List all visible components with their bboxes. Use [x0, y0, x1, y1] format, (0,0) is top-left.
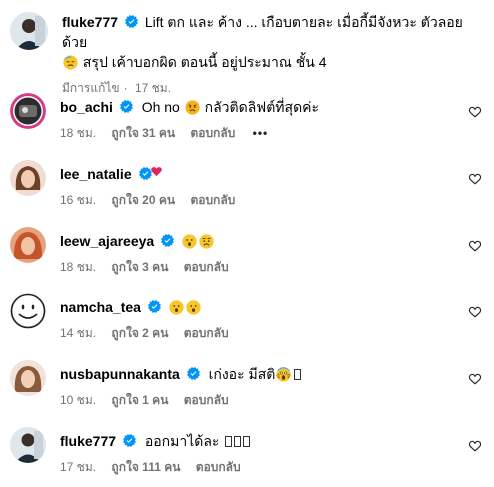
- comment-username[interactable]: nusbapunnakanta: [60, 366, 180, 382]
- comment-line: fluke777 ออกมาได้ละ: [60, 431, 460, 451]
- comment-item: nusbapunnakanta เก่งอะ มีสติ 10 ชม. ถูกใ…: [10, 360, 486, 420]
- comment-likes[interactable]: ถูกใจ 31 คน: [111, 126, 175, 140]
- reply-button[interactable]: ตอบกลับ: [184, 326, 229, 340]
- comment-username[interactable]: lee_natalie: [60, 166, 132, 182]
- missing-glyph-icon: [294, 369, 302, 380]
- comment-item: fluke777 ออกมาได้ละ 17 ชม. ถูกใจ 111 คน …: [10, 427, 486, 487]
- comment-time[interactable]: 14 ชม.: [60, 326, 96, 340]
- verified-badge-icon: [125, 15, 138, 28]
- comment-time[interactable]: 18 ชม.: [60, 260, 96, 274]
- verified-badge-icon: [187, 367, 200, 380]
- surprised-face-icon: [169, 300, 184, 315]
- comment-line: lee_natalie: [60, 164, 460, 184]
- missing-glyph-icon: [234, 436, 242, 447]
- avatar[interactable]: [10, 160, 46, 196]
- comment-likes[interactable]: ถูกใจ 3 คน: [111, 260, 168, 274]
- more-options-button[interactable]: •••: [253, 126, 269, 140]
- caption-line-2: สรุป เค้าบอกผิด ตอนนี้ อยู่ประมาณ ชั้น 4: [62, 52, 486, 72]
- comment-item: bo_achi Oh no กลัวติดลิฟต์ที่สุดค่ะ 18 ช…: [10, 93, 486, 153]
- comments-panel: fluke777 Lift ตก และ ค้าง ... เกือบตายละ…: [0, 0, 494, 485]
- reply-button[interactable]: ตอบกลับ: [184, 393, 229, 407]
- avatar[interactable]: [10, 227, 46, 263]
- comment-text-after: กลัวติดลิฟต์ที่สุดค่ะ: [204, 99, 320, 115]
- angry-face-icon: [185, 100, 200, 115]
- comment-text: เก่งอะ มีสติ: [208, 366, 276, 382]
- avatar[interactable]: [10, 427, 46, 463]
- comment-item: namcha_tea 14 ชม. ถูกใจ 2 คน ตอบกลับ: [10, 293, 486, 353]
- heart-outline-icon[interactable]: [468, 439, 482, 453]
- comment-time[interactable]: 16 ชม.: [60, 193, 96, 207]
- worried-face-icon: [199, 234, 214, 249]
- heart-outline-icon[interactable]: [468, 372, 482, 386]
- avatar[interactable]: [10, 360, 46, 396]
- comment-likes[interactable]: ถูกใจ 2 คน: [111, 326, 168, 340]
- heart-outline-icon[interactable]: [468, 105, 482, 119]
- comment-likes[interactable]: ถูกใจ 20 คน: [111, 193, 175, 207]
- comment-meta: 17 ชม. ถูกใจ 111 คน ตอบกลับ: [60, 459, 460, 475]
- sweat-smile-icon: [63, 55, 78, 70]
- comment-username[interactable]: namcha_tea: [60, 299, 141, 315]
- comment-meta: 10 ชม. ถูกใจ 1 คน ตอบกลับ: [60, 392, 460, 408]
- comment-time[interactable]: 18 ชม.: [60, 126, 96, 140]
- comment-meta: 14 ชม. ถูกใจ 2 คน ตอบกลับ: [60, 325, 460, 341]
- heart-outline-icon[interactable]: [468, 239, 482, 253]
- caption-username[interactable]: fluke777: [62, 14, 118, 30]
- heart-outline-icon[interactable]: [468, 172, 482, 186]
- verified-badge-icon: [123, 434, 136, 447]
- comment-line: bo_achi Oh no กลัวติดลิฟต์ที่สุดค่ะ: [60, 97, 460, 117]
- comment-line: leew_ajareeya: [60, 231, 460, 251]
- verified-badge-icon: [120, 100, 133, 113]
- caption-text: Lift ตก และ ค้าง ... เกือบตายละ เมื่อกี้…: [62, 14, 463, 50]
- surprised-face-icon: [186, 300, 201, 315]
- heart-outline-icon[interactable]: [468, 305, 482, 319]
- comment-item: leew_ajareeya 18 ชม. ถูกใจ 3 คน ตอบกลับ: [10, 227, 486, 287]
- comment-text: ออกมาได้ละ: [144, 433, 220, 449]
- reply-button[interactable]: ตอบกลับ: [196, 460, 241, 474]
- avatar[interactable]: [10, 12, 48, 50]
- comment-username[interactable]: fluke777: [60, 433, 116, 449]
- comment-time[interactable]: 10 ชม.: [60, 393, 96, 407]
- reply-button[interactable]: ตอบกลับ: [190, 126, 235, 140]
- comment-likes[interactable]: ถูกใจ 111 คน: [111, 460, 180, 474]
- comment-username[interactable]: leew_ajareeya: [60, 233, 154, 249]
- missing-glyph-icon: [243, 436, 251, 447]
- avatar[interactable]: [10, 293, 46, 329]
- comment-likes[interactable]: ถูกใจ 1 คน: [111, 393, 168, 407]
- comment-time[interactable]: 17 ชม.: [60, 460, 96, 474]
- comment-text: Oh no: [141, 99, 180, 115]
- comment-line: namcha_tea: [60, 297, 460, 317]
- comment-meta: 18 ชม. ถูกใจ 3 คน ตอบกลับ: [60, 259, 460, 275]
- reply-button[interactable]: ตอบกลับ: [184, 260, 229, 274]
- comment-meta: 18 ชม. ถูกใจ 31 คน ตอบกลับ •••: [60, 125, 460, 141]
- surprised-face-icon: [182, 234, 197, 249]
- verified-badge-icon: [161, 234, 174, 247]
- red-heart-icon: [150, 167, 162, 177]
- caption-line: fluke777 Lift ตก และ ค้าง ... เกือบตายละ…: [62, 12, 486, 52]
- comment-line: nusbapunnakanta เก่งอะ มีสติ: [60, 364, 460, 384]
- comment-meta: 16 ชม. ถูกใจ 20 คน ตอบกลับ: [60, 192, 460, 208]
- caption-text-2: สรุป เค้าบอกผิด ตอนนี้ อยู่ประมาณ ชั้น 4: [82, 54, 327, 70]
- avatar[interactable]: [10, 93, 46, 129]
- missing-glyph-icon: [225, 436, 233, 447]
- screaming-face-icon: [276, 367, 291, 382]
- comment-username[interactable]: bo_achi: [60, 99, 113, 115]
- post-caption: fluke777 Lift ตก และ ค้าง ... เกือบตายละ…: [10, 8, 486, 95]
- reply-button[interactable]: ตอบกลับ: [190, 193, 235, 207]
- comment-item: lee_natalie 16 ชม. ถูกใจ 20 คน ตอบกลับ: [10, 160, 486, 220]
- verified-badge-icon: [148, 300, 161, 313]
